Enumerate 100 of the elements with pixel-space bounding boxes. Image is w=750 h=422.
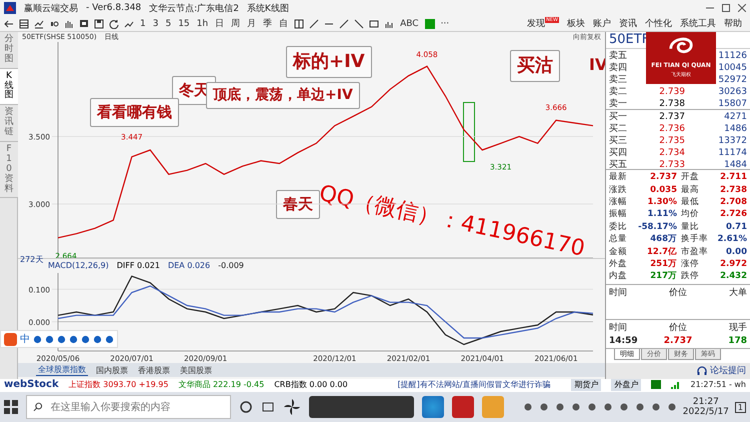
menu-item[interactable]: 帮助 [724,17,742,30]
period-button[interactable]: 3 [152,16,160,30]
market-tab[interactable]: 国内股票 [94,364,130,376]
stat-label: 总量 [609,233,628,246]
server-label: 文华云节点:广东电信2 [149,2,239,14]
market-tab[interactable]: 美国股票 [178,364,214,376]
stat-label: 跌停 [680,270,700,282]
side-tab[interactable]: K线图 [0,68,18,106]
period-button[interactable]: 自 [278,16,290,30]
period-button[interactable]: 日 [214,16,226,30]
search-icon[interactable] [33,402,43,412]
layout-icon[interactable] [294,18,304,28]
notification-count[interactable]: 1 [734,402,746,412]
order-volume: 11126 [718,50,747,60]
more-button[interactable]: ··· [440,16,450,30]
menu-item[interactable]: 发现 [527,17,546,30]
order-price: 2.735 [658,136,685,146]
index-quote: 上证指数 3093.70 +19.95 [68,379,168,390]
menu-item[interactable]: 个性化 [645,17,672,30]
stat-label: 振幅 [609,208,628,220]
notice-text[interactable]: [提醒]有不法网站/直播间假冒文华进行诈骗 [398,379,550,390]
refresh-icon[interactable] [109,18,119,28]
color-swatch-icon[interactable] [424,18,435,28]
ime-mode[interactable]: 中 [20,332,30,346]
order-volume: 1484 [724,160,747,170]
order-label: 卖一 [609,98,628,110]
annotation-note: 看看哪有钱 [90,98,179,126]
stat-label: 委比 [609,220,628,233]
text-tool-button[interactable]: ABC [399,16,420,30]
stat-value: 251万 [649,258,677,270]
stat-label: 涨跌 [609,184,628,196]
maximize-icon[interactable] [722,4,730,12]
column-header: 时间 [609,286,628,299]
browser-window-thumbnail[interactable] [309,396,414,418]
ray-icon[interactable] [339,18,350,28]
ime-logo-icon[interactable] [4,332,17,346]
line-chart-icon[interactable] [34,18,44,28]
stat-value: 1.30% [646,196,677,207]
search-input[interactable]: 在这里输入你要搜索的内容 [48,400,224,414]
stat-label: 开盘 [680,171,700,184]
stat-value: 1.11% [646,209,677,220]
side-tab[interactable]: 分时图 [0,32,18,69]
window-title: 赢顺云端交易 [24,2,78,14]
indicator-name[interactable]: MACD(12,26,9) [48,260,109,270]
start-icon[interactable] [4,400,18,414]
account-button[interactable]: 期货户 [571,378,602,391]
taskbar-date: 2022/5/17 [682,407,729,417]
stat-label: 市盈率 [680,246,709,258]
stat-label: 量比 [680,220,700,233]
stat-value: 2.972 [719,258,747,269]
period-button[interactable]: 1 [139,16,147,30]
period-button[interactable]: 15 [177,16,191,30]
menu-item[interactable]: 系统工具 [680,17,716,30]
diagonal-icon[interactable] [354,18,364,28]
side-tab[interactable]: F10资料 [0,142,18,198]
account-button[interactable]: 外盘户 [611,378,642,391]
stat-value: 12.7亿 [646,246,677,258]
period-button[interactable]: 季 [262,16,274,30]
fan-icon[interactable] [283,398,301,416]
stat-value: 0.00 [725,246,747,257]
stat-value: 2.737 [649,172,677,182]
period-button[interactable]: 1h [196,16,210,30]
column-header: 价位 [668,286,688,299]
draw-line-icon[interactable] [309,18,320,28]
tick-volume: 178 [727,336,747,346]
side-tab[interactable]: 资讯链 [0,105,18,142]
arrow-left-icon[interactable] [4,18,14,28]
period-button[interactable]: 周 [230,16,242,30]
market-tab[interactable]: 香港股票 [136,364,172,376]
stat-value: 2.708 [719,196,747,207]
stat-label: 内盘 [609,270,628,282]
column-header: 价位 [668,322,688,334]
table-icon[interactable] [19,18,29,28]
menu-item[interactable]: 板块 [567,17,585,30]
order-label: 卖五 [609,50,628,62]
rectangle-icon[interactable] [369,18,380,28]
signal-icon [671,380,680,389]
order-price: 2.737 [658,112,685,122]
order-label: 买四 [609,147,628,159]
period-button[interactable]: 月 [246,16,258,30]
order-volume: 15807 [718,98,747,108]
stat-value: -58.17% [637,222,677,232]
task-view-icon[interactable] [261,400,275,414]
search-bar[interactable]: 在这里输入你要搜索的内容 [26,395,231,419]
period-button[interactable]: 5 [164,16,172,30]
circle-icon[interactable] [239,400,253,414]
menu-item[interactable]: 账户 [593,17,611,30]
annotation-note: 春天 [276,190,320,218]
candle-icon[interactable] [49,18,59,28]
order-label: 买五 [609,159,628,171]
market-tab[interactable]: 全球股票指数 [36,364,88,376]
stat-value: 2.61% [716,234,747,244]
screen-icon[interactable] [79,18,89,28]
stat-label: 最低 [680,196,700,208]
order-price: 2.739 [658,86,685,96]
menu-item[interactable]: 资讯 [619,17,637,30]
stat-value: 2.738 [719,184,747,195]
stat-label: 最高 [680,184,700,196]
close-icon[interactable] [738,4,746,12]
save-icon[interactable] [94,18,104,28]
